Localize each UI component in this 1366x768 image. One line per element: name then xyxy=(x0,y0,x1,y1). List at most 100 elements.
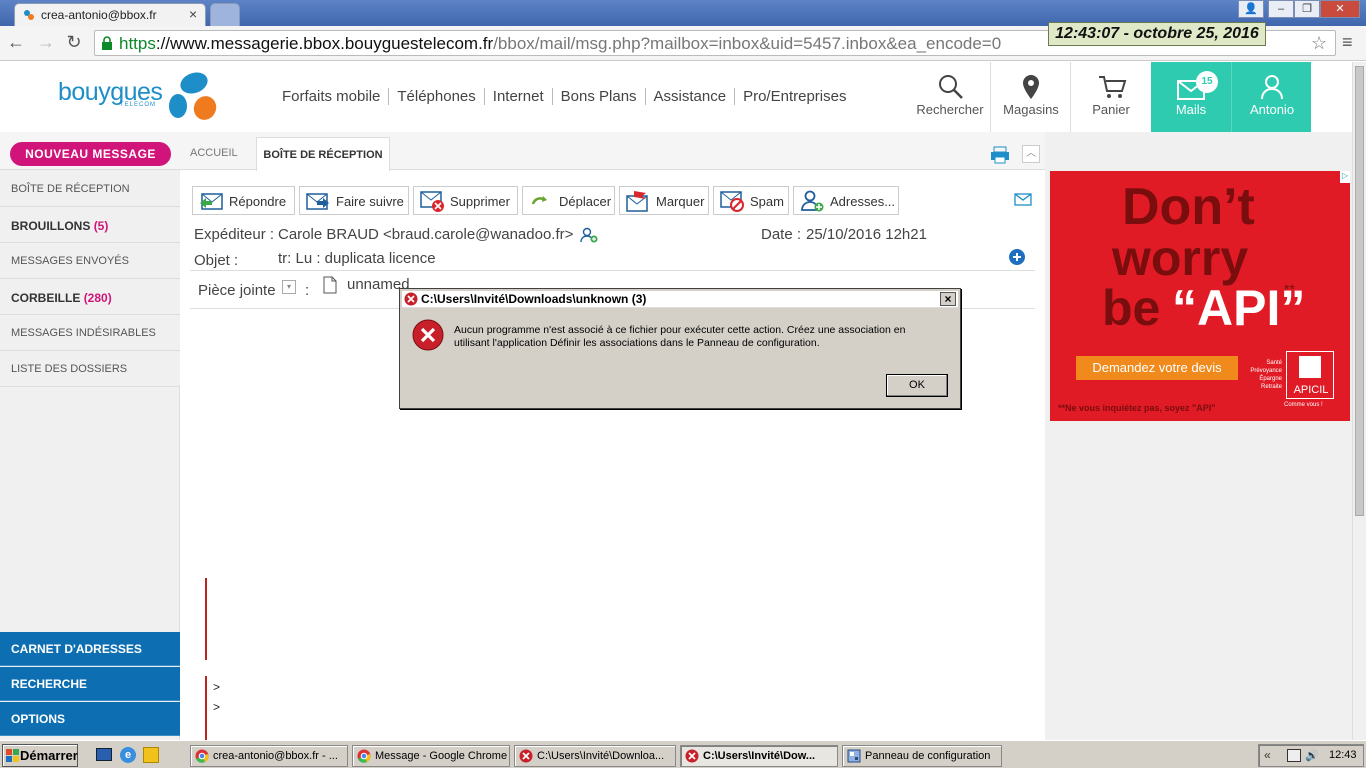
scrollbar-thumb[interactable] xyxy=(1355,66,1364,516)
stores-button[interactable]: Magasins xyxy=(991,62,1071,132)
folder-sent[interactable]: MESSAGES ENVOYÉS xyxy=(0,243,180,279)
attachment-label: Pièce jointe xyxy=(198,282,276,299)
tab-inbox[interactable]: BOÎTE DE RÉCEPTION xyxy=(256,137,390,171)
page-scrollbar[interactable] xyxy=(1352,62,1366,740)
mark-label: Marquer xyxy=(656,194,705,209)
adchoices-icon[interactable]: ▷ xyxy=(1340,171,1350,183)
nav-bons-plans[interactable]: Bons Plans xyxy=(553,88,646,105)
bookmark-star-icon[interactable]: ☆ xyxy=(1311,33,1327,54)
new-message-button[interactable]: NOUVEAU MESSAGE xyxy=(10,142,171,166)
apicil-logo-icon: APICIL xyxy=(1286,351,1334,399)
envelope-icon[interactable] xyxy=(1014,193,1032,209)
nav-internet[interactable]: Internet xyxy=(485,88,553,105)
delete-button[interactable]: Supprimer xyxy=(413,186,518,215)
file-icon xyxy=(323,276,337,297)
mark-button[interactable]: Marquer xyxy=(619,186,709,215)
tab-title: crea-antonio@bbox.fr xyxy=(41,8,157,22)
addresses-button[interactable]: Adresses... xyxy=(793,186,899,215)
browser-tab[interactable]: crea-antonio@bbox.fr × xyxy=(14,3,206,26)
ad-tags: Santé Prévoyance Épargne Retraite xyxy=(1250,360,1282,390)
spam-button[interactable]: Spam xyxy=(713,186,789,215)
bouygues-favicon-icon xyxy=(23,9,35,21)
back-arrow-icon[interactable]: ← xyxy=(5,32,27,54)
taskbar-item-label: C:\Users\Invité\Dow... xyxy=(703,750,816,762)
add-contact-icon xyxy=(800,190,824,212)
forward-icon xyxy=(306,190,330,212)
taskbar-item-error-2[interactable]: C:\Users\Invité\Dow... xyxy=(680,745,838,767)
collapse-icon[interactable]: ︿ xyxy=(1022,145,1040,163)
menu-icon[interactable]: ≡ xyxy=(1342,32,1353,53)
taskbar-item-error-1[interactable]: C:\Users\Invité\Downloa... xyxy=(514,745,676,767)
expand-plus-icon[interactable] xyxy=(1008,248,1026,269)
map-pin-icon xyxy=(1021,74,1041,103)
folder-drafts[interactable]: BROUILLONS (5) xyxy=(0,207,180,243)
minimize-icon[interactable]: – xyxy=(1268,0,1294,18)
forward-arrow-icon[interactable]: → xyxy=(35,32,57,54)
folder-label: MESSAGES ENVOYÉS xyxy=(11,255,129,267)
print-icon[interactable] xyxy=(990,146,1010,167)
show-desktop-icon[interactable] xyxy=(96,748,112,761)
tab-home[interactable]: ACCUEIL xyxy=(190,147,238,159)
start-button[interactable]: Démarrer xyxy=(2,744,78,767)
address-book-button[interactable]: CARNET D'ADRESSES xyxy=(0,632,180,666)
reply-button[interactable]: Répondre xyxy=(192,186,295,215)
folder-label: LISTE DES DOSSIERS xyxy=(11,363,128,375)
nav-pro-entreprises[interactable]: Pro/Entreprises xyxy=(735,88,854,105)
cart-button[interactable]: Panier xyxy=(1071,62,1151,132)
taskbar: Démarrer e crea-antonio@bbox.fr - ... Me… xyxy=(0,740,1366,768)
taskbar-item-control-panel[interactable]: Panneau de configuration xyxy=(842,745,1002,767)
ok-button[interactable]: OK xyxy=(886,374,948,397)
logo-square xyxy=(1299,356,1321,378)
mail-topbar: NOUVEAU MESSAGE ACCUEIL BOÎTE DE RÉCEPTI… xyxy=(0,132,1045,171)
sender-value[interactable]: Carole BRAUD <braud.carole@wanadoo.fr> xyxy=(278,226,573,243)
add-contact-icon[interactable] xyxy=(580,227,598,247)
folder-inbox[interactable]: BOÎTE DE RÉCEPTION xyxy=(0,171,180,207)
date-label: Date : xyxy=(761,226,802,243)
quote-bar xyxy=(205,676,207,740)
taskbar-item-label: crea-antonio@bbox.fr - ... xyxy=(213,750,338,762)
options-button[interactable]: OPTIONS xyxy=(0,702,180,736)
restore-icon[interactable]: ❐ xyxy=(1294,0,1320,18)
volume-icon[interactable]: 🔊 xyxy=(1305,749,1319,762)
network-icon[interactable] xyxy=(1287,749,1301,762)
ad-stars: ** xyxy=(1284,281,1295,297)
error-small-icon xyxy=(685,749,699,763)
forward-button[interactable]: Faire suivre xyxy=(299,186,409,215)
nav-assistance[interactable]: Assistance xyxy=(646,88,736,105)
mails-button[interactable]: 15 Mails xyxy=(1151,62,1231,132)
close-window-icon[interactable]: ✕ xyxy=(1320,0,1360,18)
move-button[interactable]: Déplacer xyxy=(522,186,615,215)
new-tab-button[interactable] xyxy=(210,3,240,26)
reply-icon xyxy=(199,190,223,212)
folder-trash[interactable]: CORBEILLE (280) xyxy=(0,279,180,315)
reload-icon[interactable]: ↻ xyxy=(63,32,85,54)
tray-expand-icon[interactable]: « xyxy=(1264,748,1271,762)
dialog-titlebar[interactable]: C:\Users\Invité\Downloads\unknown (3) × xyxy=(402,291,958,308)
divider xyxy=(190,270,1035,271)
main-nav: Forfaits mobile Téléphones Internet Bons… xyxy=(282,88,854,105)
taskbar-item-chrome-mail[interactable]: crea-antonio@bbox.fr - ... xyxy=(190,745,348,767)
dialog-close-button[interactable]: × xyxy=(940,292,956,306)
user-profile-icon[interactable]: 👤 xyxy=(1238,0,1264,18)
nav-telephones[interactable]: Téléphones xyxy=(389,88,485,105)
media-player-icon[interactable] xyxy=(143,747,159,763)
account-button[interactable]: Antonio xyxy=(1231,62,1311,132)
forward-label: Faire suivre xyxy=(336,194,404,209)
error-dialog: C:\Users\Invité\Downloads\unknown (3) × … xyxy=(399,288,961,409)
internet-explorer-icon[interactable]: e xyxy=(120,747,136,763)
search-button[interactable]: Rechercher xyxy=(910,62,990,132)
nav-forfaits-mobile[interactable]: Forfaits mobile xyxy=(282,88,390,105)
folder-spam[interactable]: MESSAGES INDÉSIRABLES xyxy=(0,315,180,351)
search-mail-button[interactable]: RECHERCHE xyxy=(0,667,180,701)
folder-list[interactable]: LISTE DES DOSSIERS xyxy=(0,351,180,387)
chevron-down-icon[interactable]: ▾ xyxy=(282,280,296,294)
advertisement[interactable]: ▷ Don’t worry be “API” ** Demandez votre… xyxy=(1050,171,1350,421)
tray-clock[interactable]: 12:43 xyxy=(1329,749,1357,761)
folder-count: (280) xyxy=(83,291,112,305)
ad-cta-button[interactable]: Demandez votre devis xyxy=(1076,356,1238,380)
close-tab-icon[interactable]: × xyxy=(189,6,197,22)
reply-label: Répondre xyxy=(229,194,287,209)
ad-brand: APICIL xyxy=(1293,384,1329,396)
search-label: Rechercher xyxy=(916,102,984,117)
taskbar-item-chrome-message[interactable]: Message - Google Chrome xyxy=(352,745,510,767)
